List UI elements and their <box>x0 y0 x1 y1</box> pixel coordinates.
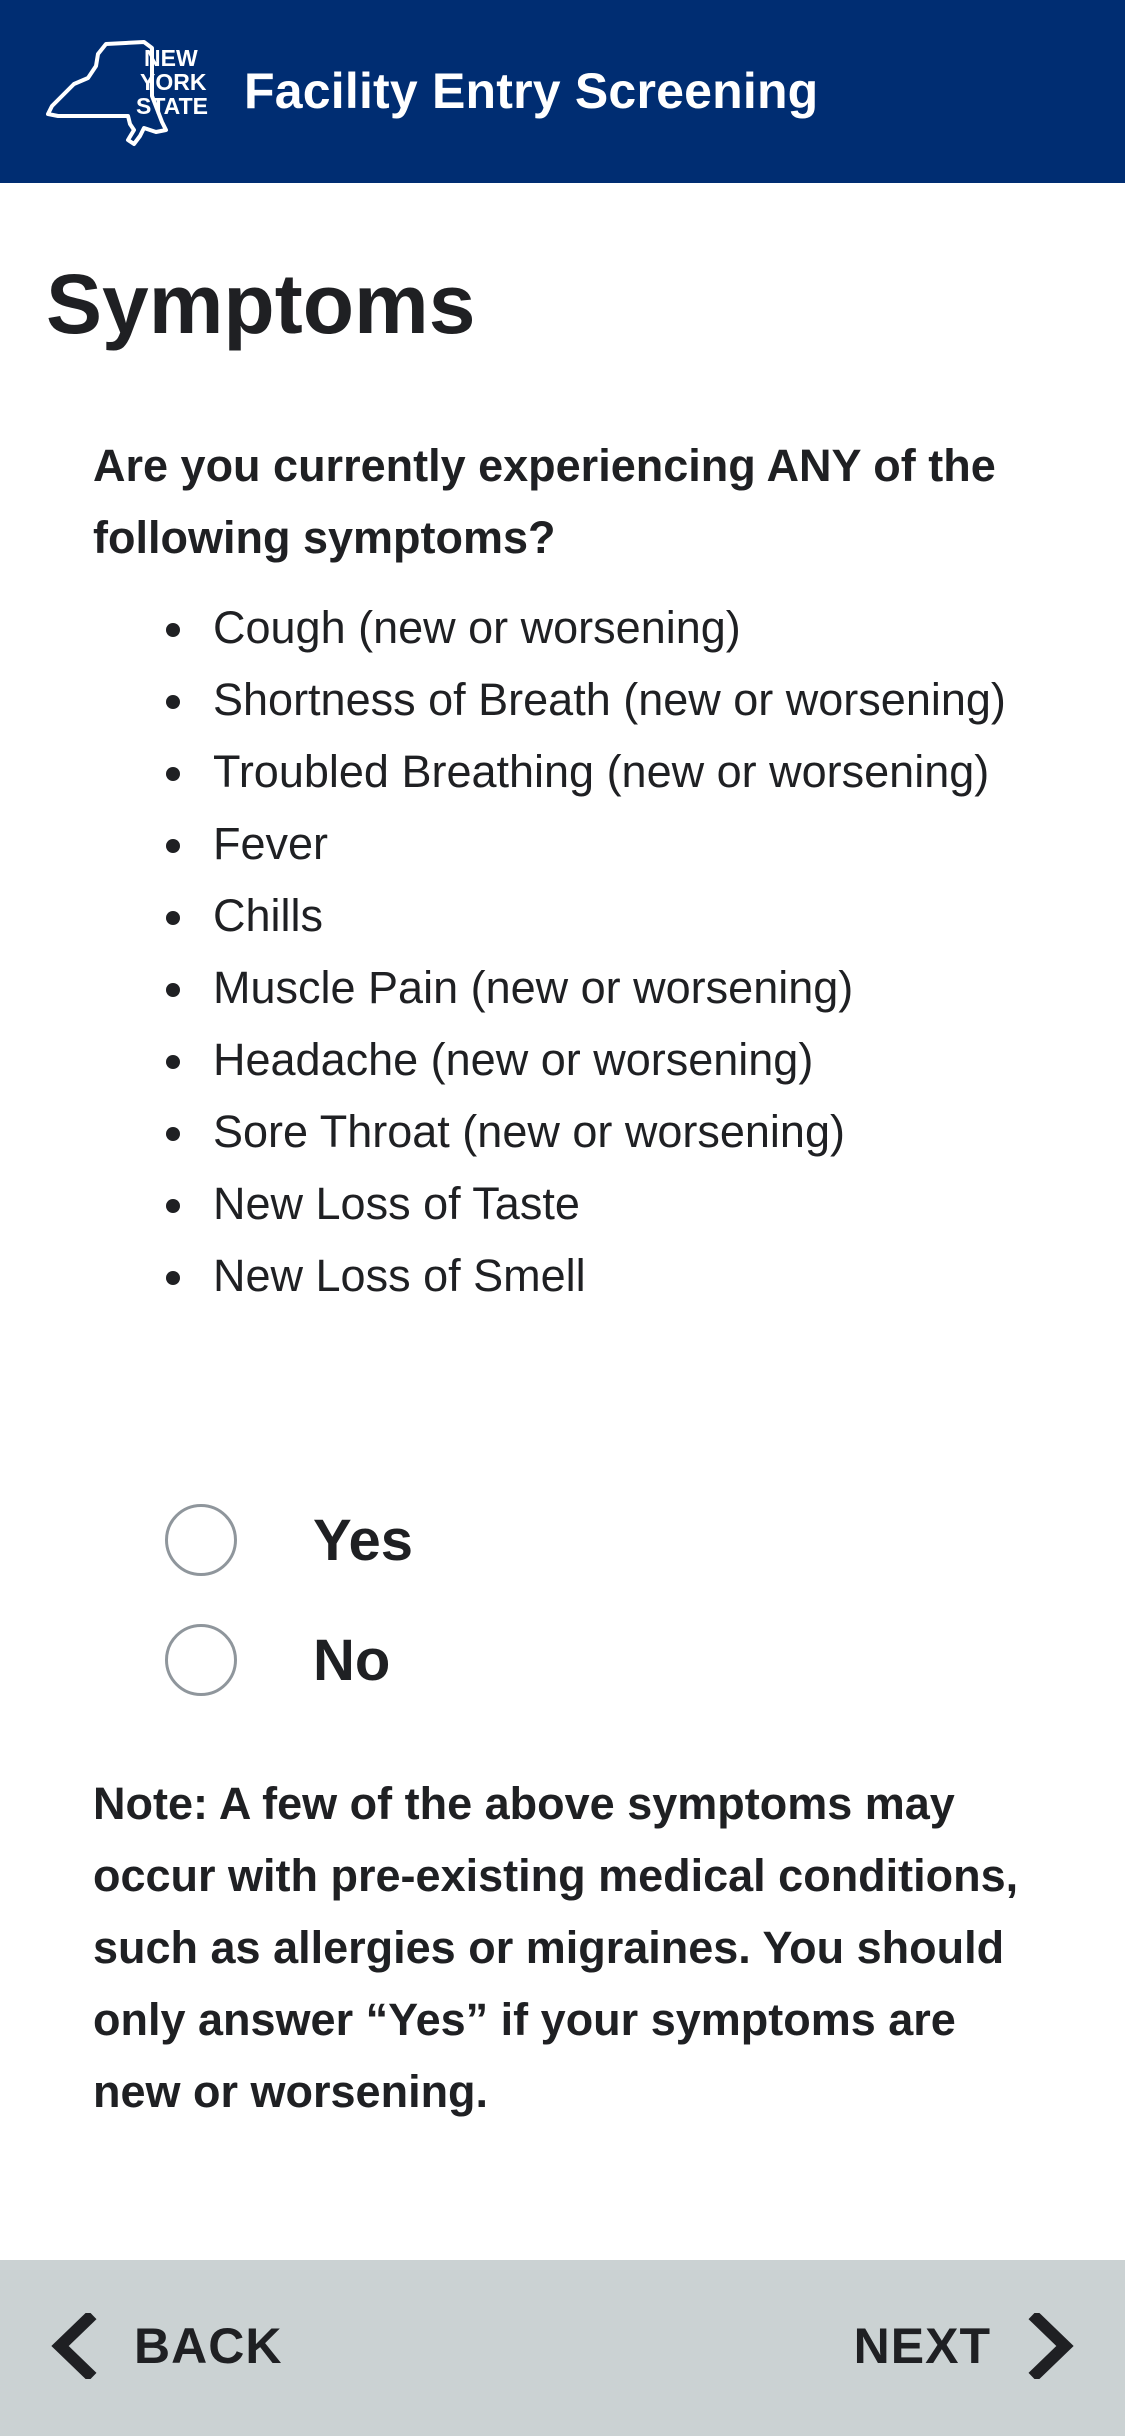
symptom-label: Cough (new or worsening) <box>213 602 741 653</box>
list-item: Shortness of Breath (new or worsening) <box>166 664 1063 736</box>
symptom-label: Sore Throat (new or worsening) <box>213 1106 845 1157</box>
chevron-left-icon[interactable] <box>50 2313 98 2379</box>
bullet <box>166 1055 180 1069</box>
new-york-state-logo: NEW YORK STATE <box>44 36 224 148</box>
symptom-label: New Loss of Smell <box>213 1250 586 1301</box>
no-radio-button[interactable] <box>165 1624 237 1696</box>
bullet <box>166 911 180 925</box>
yes-label[interactable]: Yes <box>313 1507 413 1574</box>
next-button[interactable]: NEXT <box>854 2304 1075 2388</box>
list-item: Cough (new or worsening) <box>166 592 1063 664</box>
yes-option[interactable]: Yes <box>165 1504 413 1576</box>
bullet <box>166 983 180 997</box>
symptom-label: Shortness of Breath (new or worsening) <box>213 674 1006 725</box>
list-item: Sore Throat (new or worsening) <box>166 1096 1063 1168</box>
list-item: New Loss of Taste <box>166 1168 1063 1240</box>
no-option[interactable]: No <box>165 1624 390 1696</box>
bullet <box>166 695 180 709</box>
list-item: Troubled Breathing (new or worsening) <box>166 736 1063 808</box>
bullet <box>166 623 180 637</box>
symptom-label: Fever <box>213 818 329 869</box>
list-item: Muscle Pain (new or worsening) <box>166 952 1063 1024</box>
screening-page: NEW YORK STATE Facility Entry Screening … <box>0 0 1125 2436</box>
symptom-label: New Loss of Taste <box>213 1178 580 1229</box>
yes-radio-button[interactable] <box>165 1504 237 1576</box>
symptom-label: Headache (new or worsening) <box>213 1034 814 1085</box>
list-item: Headache (new or worsening) <box>166 1024 1063 1096</box>
bullet <box>166 839 180 853</box>
bullet <box>166 767 180 781</box>
bullet <box>166 1199 180 1213</box>
next-label[interactable]: NEXT <box>854 2317 991 2375</box>
no-label[interactable]: No <box>313 1627 390 1694</box>
symptom-label: Chills <box>213 890 324 941</box>
symptom-note: Note: A few of the above symptoms may oc… <box>93 1778 1019 2117</box>
bullet <box>166 1271 180 1285</box>
symptom-label: Muscle Pain (new or worsening) <box>213 962 854 1013</box>
svg-text:STATE: STATE <box>136 93 208 119</box>
symptom-label: Troubled Breathing (new or worsening) <box>213 746 990 797</box>
back-button[interactable]: BACK <box>50 2304 282 2388</box>
header-title: Facility Entry Screening <box>244 63 819 119</box>
svg-text:YORK: YORK <box>140 69 207 95</box>
app-header: NEW YORK STATE Facility Entry Screening <box>0 0 1125 183</box>
symptom-question: Are you currently experiencing ANY of th… <box>93 440 996 563</box>
back-label[interactable]: BACK <box>134 2317 282 2375</box>
list-item: Chills <box>166 880 1063 952</box>
list-item: Fever <box>166 808 1063 880</box>
list-item: New Loss of Smell <box>166 1240 1063 1312</box>
symptom-list: Cough (new or worsening) Shortness of Br… <box>166 592 1063 1312</box>
svg-text:NEW: NEW <box>144 45 198 71</box>
chevron-right-icon[interactable] <box>1027 2313 1075 2379</box>
bullet <box>166 1127 180 1141</box>
navigation-footer: BACK NEXT <box>0 2260 1125 2436</box>
page-title: Symptoms <box>46 257 476 351</box>
